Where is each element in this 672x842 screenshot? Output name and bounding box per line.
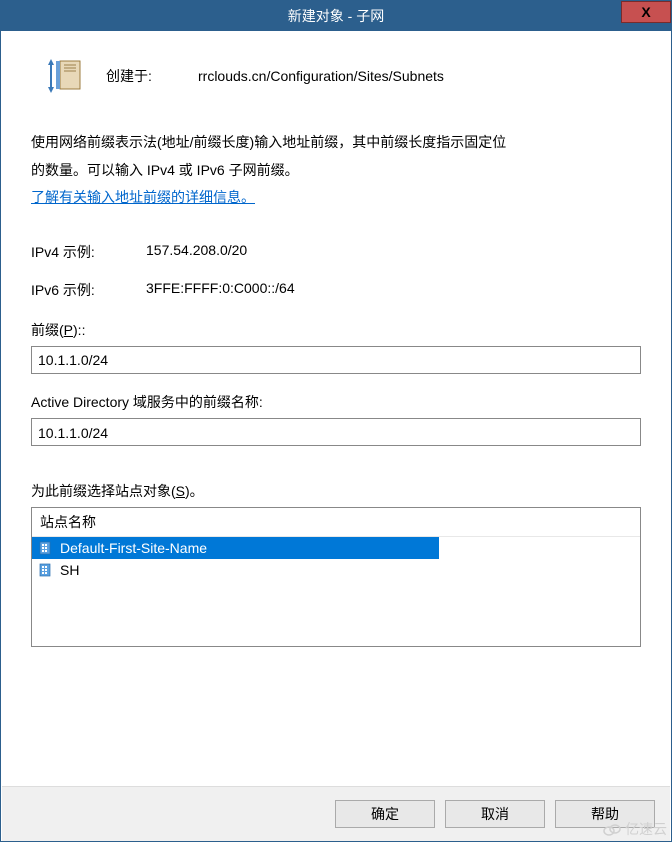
close-icon: X — [641, 4, 650, 20]
created-in-path: rrclouds.cn/Configuration/Sites/Subnets — [198, 68, 444, 84]
site-select-label: 为此前缀选择站点对象(S)。 — [31, 481, 641, 501]
ad-prefix-display: 10.1.1.0/24 — [31, 418, 641, 446]
window-title: 新建对象 - 子网 — [288, 6, 384, 26]
site-name: SH — [60, 562, 79, 578]
prefix-label: 前缀(P):: — [31, 320, 641, 340]
ipv4-example-value: 157.54.208.0/20 — [146, 242, 247, 262]
ipv6-example-label: IPv6 示例: — [31, 280, 146, 300]
site-icon — [38, 540, 54, 556]
created-in-label: 创建于: — [106, 66, 186, 86]
dialog-content: 创建于: rrclouds.cn/Configuration/Sites/Sub… — [1, 31, 671, 647]
ipv4-example-label: IPv4 示例: — [31, 242, 146, 262]
site-column-header[interactable]: 站点名称 — [32, 508, 640, 537]
ipv6-example-value: 3FFE:FFFF:0:C000::/64 — [146, 280, 295, 300]
site-name: Default-First-Site-Name — [60, 540, 207, 556]
ipv6-example-row: IPv6 示例: 3FFE:FFFF:0:C000::/64 — [31, 280, 641, 300]
cancel-button[interactable]: 取消 — [445, 800, 545, 828]
ad-prefix-label: Active Directory 域服务中的前缀名称: — [31, 392, 641, 412]
prefix-input[interactable] — [31, 346, 641, 374]
help-button[interactable]: 帮助 — [555, 800, 655, 828]
site-row[interactable]: Default-First-Site-Name — [32, 537, 439, 559]
site-row[interactable]: SH — [32, 559, 640, 581]
subnet-icon — [46, 56, 86, 96]
ipv4-example-row: IPv4 示例: 157.54.208.0/20 — [31, 242, 641, 262]
description-line2: 的数量。可以输入 IPv4 或 IPv6 子网前缀。 — [31, 159, 641, 183]
titlebar: 新建对象 - 子网 X — [1, 1, 671, 31]
description-line1: 使用网络前缀表示法(地址/前缀长度)输入地址前缀，其中前缀长度指示固定位 — [31, 131, 641, 155]
close-button[interactable]: X — [621, 1, 671, 23]
site-icon — [38, 562, 54, 578]
dialog-window: 新建对象 - 子网 X 创建于: rrclouds.cn — [0, 0, 672, 842]
learn-more-link[interactable]: 了解有关输入地址前缀的详细信息。 — [31, 187, 255, 207]
ok-button[interactable]: 确定 — [335, 800, 435, 828]
button-bar: 确定 取消 帮助 — [2, 786, 670, 841]
header-row: 创建于: rrclouds.cn/Configuration/Sites/Sub… — [31, 56, 641, 96]
site-listbox[interactable]: 站点名称 Default-First-Site-Name SH — [31, 507, 641, 647]
